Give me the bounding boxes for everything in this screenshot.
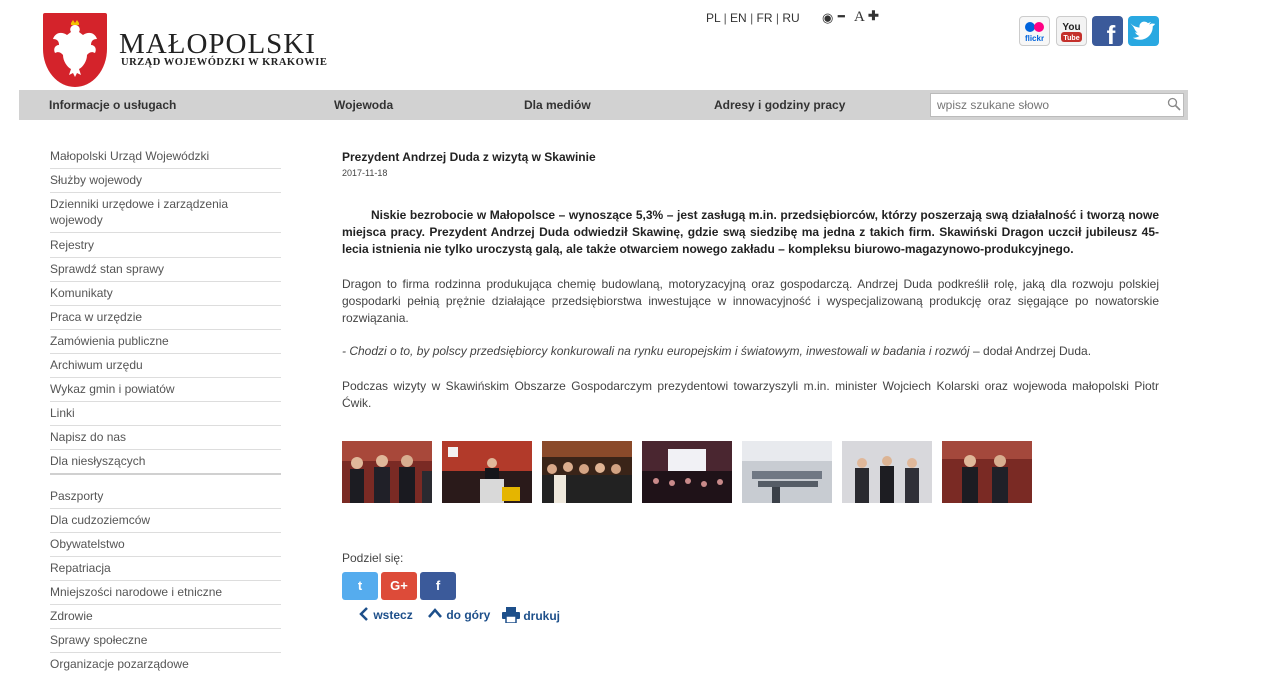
sidebar-item-mniejszosci[interactable]: Mniejszości narodowe i etniczne [50, 584, 281, 605]
lang-en[interactable]: EN [730, 11, 747, 25]
chevron-left-icon [359, 607, 368, 621]
lang-pl[interactable]: PL [706, 11, 720, 25]
gallery-thumbnail-7[interactable] [942, 441, 1032, 503]
font-decrease-icon[interactable]: ━ [838, 10, 845, 23]
search-input[interactable] [930, 93, 1184, 117]
share-google-plus-button[interactable]: G+ [381, 572, 417, 600]
share-facebook-button[interactable]: f [420, 572, 456, 600]
sidebar-item-zamowienia[interactable]: Zamówienia publiczne [50, 333, 281, 354]
sidebar-item-zdrowie[interactable]: Zdrowie [50, 608, 281, 629]
youtube-icon[interactable]: You Tube [1056, 16, 1087, 46]
gallery-thumbnail-4[interactable] [642, 441, 732, 503]
back-link[interactable]: wstecz [358, 607, 413, 622]
gallery-thumbnail-6[interactable] [842, 441, 932, 503]
top-link-label: do góry [446, 608, 491, 622]
sidebar-item-sprawy-spoleczne[interactable]: Sprawy społeczne [50, 632, 281, 653]
twitter-bird-icon[interactable] [1128, 16, 1159, 46]
article-title: Prezydent Andrzej Duda z wizytą w Skawin… [342, 150, 596, 164]
sidebar-item-komunikaty[interactable]: Komunikaty [50, 285, 281, 306]
flickr-icon[interactable]: flickr [1019, 16, 1050, 46]
lang-fr[interactable]: FR [757, 11, 773, 25]
gallery-thumbnail-5[interactable] [742, 441, 832, 503]
share-label: Podziel się: [342, 551, 404, 565]
search-icon[interactable] [1167, 97, 1181, 116]
nav-item-informacje[interactable]: Informacje o usługach [49, 98, 176, 112]
sidebar-item-sluzby[interactable]: Służby wojewody [50, 172, 281, 193]
article-paragraph-3: Podczas wizyty w Skawińskim Obszarze Gos… [342, 379, 1159, 410]
lang-ru[interactable]: RU [782, 11, 799, 25]
nav-item-dla-mediow[interactable]: Dla mediów [524, 98, 591, 112]
facebook-label: f [1107, 20, 1116, 46]
font-size-icon[interactable]: A [854, 9, 865, 26]
print-link[interactable]: drukuj [502, 607, 561, 624]
back-link-label: wstecz [373, 608, 413, 622]
font-increase-icon[interactable]: ✚ [868, 8, 879, 24]
sidebar-item-paszporty[interactable]: Paszporty [50, 488, 281, 509]
nav-item-wojewoda[interactable]: Wojewoda [334, 98, 393, 112]
sidebar-item-praca[interactable]: Praca w urzędzie [50, 309, 281, 330]
article-quote: - Chodzi o to, by polscy przedsiębiorcy … [342, 344, 970, 358]
flickr-label: flickr [1025, 34, 1044, 43]
language-switcher: PL | EN | FR | RU [706, 11, 800, 25]
sidebar-item-organizacje[interactable]: Organizacje pozarządowe [50, 656, 281, 676]
sidebar-item-cudzoziemcy[interactable]: Dla cudzoziemców [50, 512, 281, 533]
article-lead: Niskie bezrobocie w Małopolsce – wynoszą… [342, 208, 1159, 256]
sidebar-item-linki[interactable]: Linki [50, 405, 281, 426]
sidebar-divider [50, 473, 281, 475]
article-quote-attribution: – dodał Andrzej Duda. [969, 344, 1092, 358]
svg-text:Tube: Tube [1063, 35, 1079, 42]
sidebar-item-rejestry[interactable]: Rejestry [50, 237, 281, 258]
sidebar-item-repatriacja[interactable]: Repatriacja [50, 560, 281, 581]
sidebar-item-stan-sprawy[interactable]: Sprawdź stan sprawy [50, 261, 281, 282]
printer-icon [502, 607, 520, 624]
gallery-thumbnail-3[interactable] [542, 441, 632, 503]
article-paragraph-1: Dragon to firma rodzinna produkująca che… [342, 277, 1159, 325]
article-date: 2017-11-18 [342, 168, 388, 178]
gallery-thumbnail-2[interactable] [442, 441, 532, 503]
sidebar-item-archiwum[interactable]: Archiwum urzędu [50, 357, 281, 378]
coat-of-arms-logo[interactable] [43, 13, 107, 87]
sidebar-item-urzad[interactable]: Małopolski Urząd Wojewódzki [50, 148, 281, 169]
google-plus-icon: G+ [390, 578, 408, 593]
gallery-thumbnail-1[interactable] [342, 441, 432, 503]
print-link-label: drukuj [523, 609, 561, 623]
top-link[interactable]: do góry [427, 607, 490, 622]
nav-item-adresy[interactable]: Adresy i godziny pracy [714, 98, 845, 112]
facebook-icon[interactable]: f [1092, 16, 1123, 46]
twitter-icon: t [357, 578, 363, 593]
sidebar-item-wykaz-gmin[interactable]: Wykaz gmin i powiatów [50, 381, 281, 402]
contrast-eye-icon[interactable]: ◉ [822, 10, 833, 26]
sidebar-item-napisz[interactable]: Napisz do nas [50, 429, 281, 450]
site-subtitle: URZĄD WOJEWÓDZKI W KRAKOWIE [121, 57, 328, 68]
sidebar-item-obywatelstwo[interactable]: Obywatelstwo [50, 536, 281, 557]
sidebar-item-dzienniki[interactable]: Dzienniki urzędowe i zarządzenia wojewod… [50, 196, 281, 233]
sidebar-item-nieslyszacy[interactable]: Dla niesłyszących [50, 453, 281, 473]
chevron-up-icon [428, 608, 442, 618]
article-quote-paragraph: - Chodzi o to, by polscy przedsiębiorcy … [342, 343, 1159, 360]
facebook-share-icon: f [435, 578, 441, 593]
youtube-label: You [1062, 22, 1080, 33]
share-twitter-button[interactable]: t [342, 572, 378, 600]
